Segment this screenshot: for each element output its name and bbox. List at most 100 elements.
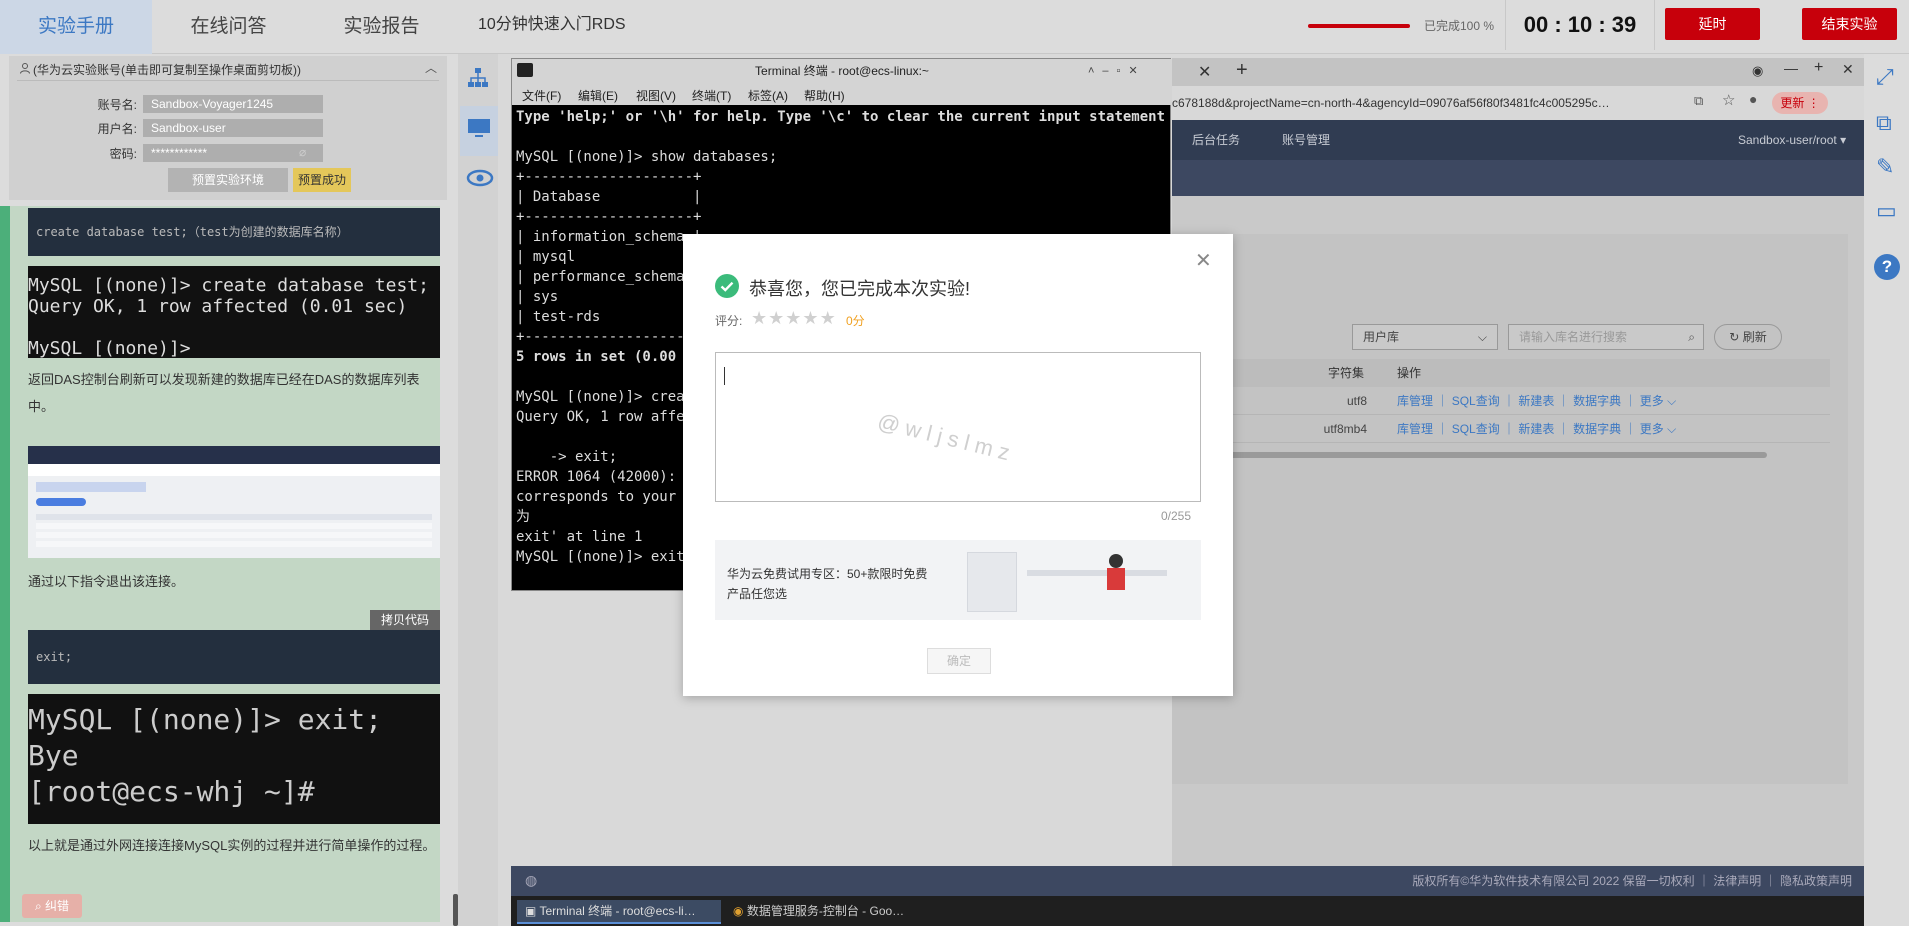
star-icon[interactable]: ★ xyxy=(768,308,785,328)
feedback-textarea[interactable]: @wljslmz xyxy=(715,352,1201,502)
terminal-line: MySQL [(none)]> exit; xyxy=(28,703,383,736)
taskbar-label: 数据管理服务-控制台 - Goo… xyxy=(746,904,905,918)
action-data-dict[interactable]: 数据字典 xyxy=(1573,394,1621,408)
privacy-link[interactable]: 隐私政策声明 xyxy=(1780,874,1852,888)
account-field[interactable]: Sandbox-Voyager1245 xyxy=(143,95,323,113)
terminal-screenshot: MySQL [(none)]> exit; Bye [root@ecs-whj … xyxy=(28,694,440,824)
update-label: 更新 xyxy=(1780,96,1805,110)
profile-icon[interactable]: ● xyxy=(1749,91,1757,107)
window-controls[interactable]: ˄–▫✕ xyxy=(1088,59,1146,83)
das-footer: 版权所有©华为软件技术有限公司 2022 保留一切权利 ｜ 法律声明 ｜ 隐私政… xyxy=(1172,866,1864,896)
menu-terminal[interactable]: 终端(T) xyxy=(692,87,731,104)
edit-note-icon[interactable]: ✎ xyxy=(1876,154,1894,180)
menu-file[interactable]: 文件(F) xyxy=(522,87,561,104)
action-more[interactable]: 更多 xyxy=(1640,422,1664,436)
paragraph: 返回DAS控制台刷新可以发现新建的数据库已经在DAS的数据库列表中。 xyxy=(28,372,420,414)
update-button[interactable]: 更新 ⋮ xyxy=(1772,92,1828,114)
menu-view[interactable]: 视图(V) xyxy=(636,87,676,104)
horizontal-scrollbar[interactable] xyxy=(1172,452,1767,458)
monitor-icon[interactable] xyxy=(466,116,492,143)
col-actions: 操作 xyxy=(1397,366,1422,380)
nav-item-tasks[interactable]: 后台任务 xyxy=(1192,120,1240,160)
menu-help[interactable]: 帮助(H) xyxy=(804,87,845,104)
action-new-table[interactable]: 新建表 xyxy=(1518,422,1554,436)
action-data-dict[interactable]: 数据字典 xyxy=(1573,422,1621,436)
menu-tabs[interactable]: 标签(A) xyxy=(748,87,788,104)
search-placeholder: 请输入库名进行搜索 xyxy=(1519,330,1628,344)
fullscreen-icon[interactable]: ⤢ xyxy=(1876,64,1894,90)
globe-icon[interactable]: ◍ xyxy=(525,872,537,889)
account-header[interactable]: (华为云实验账号(单击即可复制至操作桌面剪切板)) xyxy=(33,61,301,78)
password-field[interactable]: ************ xyxy=(143,144,323,162)
search-icon: ⌕ xyxy=(34,899,42,913)
row-actions: 库管理 ｜ SQL查询 ｜ 新建表 ｜ 数据字典 ｜ 更多 ⌵ xyxy=(1397,394,1677,408)
close-window-icon[interactable]: ✕ xyxy=(1842,61,1854,78)
topology-icon[interactable] xyxy=(466,66,490,93)
manual-content: create database test;（test为创建的数据库名称） MyS… xyxy=(0,206,440,922)
refresh-label: 刷新 xyxy=(1742,330,1767,344)
db-type-select[interactable]: 用户库 ⌵ xyxy=(1352,324,1498,350)
tab-search-icon[interactable]: ◉ xyxy=(1752,63,1763,79)
code-block[interactable]: exit; xyxy=(28,630,440,684)
action-more[interactable]: 更多 xyxy=(1640,394,1664,408)
nav-item-account[interactable]: 账号管理 xyxy=(1282,120,1330,160)
eye-off-icon[interactable]: ⌀ xyxy=(299,145,306,159)
add-window-icon[interactable]: ⧉ xyxy=(1876,110,1892,136)
action-db-manage[interactable]: 库管理 xyxy=(1397,422,1433,436)
extend-button[interactable]: 延时 xyxy=(1665,8,1760,40)
footer-links: 版权所有©华为软件技术有限公司 2022 保留一切权利 ｜ 法律声明 ｜ 隐私政… xyxy=(1412,874,1852,888)
code-block[interactable]: create database test;（test为创建的数据库名称） xyxy=(28,208,440,256)
browser-tabbar: ✕ + ◉ — + ✕ xyxy=(1172,58,1864,86)
translate-icon[interactable]: ⧉ xyxy=(1694,93,1703,109)
action-sql-query[interactable]: SQL查询 xyxy=(1452,422,1500,436)
help-icon[interactable]: ? xyxy=(1874,254,1900,280)
terminal-line: Type 'help;' or '\h' for help. Type '\c'… xyxy=(516,109,1166,125)
das-card xyxy=(1172,234,1848,784)
tab-qa[interactable]: 在线问答 xyxy=(152,0,305,54)
char-counter: 0/255 xyxy=(1161,509,1192,523)
eye-icon[interactable] xyxy=(466,166,494,193)
feedback-float-button[interactable]: ⌕ 纠错 xyxy=(22,894,82,918)
star-icon[interactable]: ★ xyxy=(751,308,768,328)
col-charset: 字符集 xyxy=(1328,366,1365,380)
reset-success-badge: 预置成功 xyxy=(293,168,351,192)
maximize-icon[interactable]: + xyxy=(1814,59,1823,77)
rating-label: 评分: xyxy=(715,314,743,328)
db-search-input[interactable]: 请输入库名进行搜索 ⌕ xyxy=(1508,324,1704,350)
bookmark-star-icon[interactable]: ☆ xyxy=(1722,91,1735,109)
screen-icon[interactable]: ▭ xyxy=(1876,198,1897,224)
star-icon[interactable]: ★ xyxy=(820,308,837,328)
db-type-value: 用户库 xyxy=(1363,330,1400,344)
copy-code-button[interactable]: 拷贝代码 xyxy=(370,610,440,630)
reset-environment-button[interactable]: 预置实验环境 xyxy=(168,168,288,192)
chrome-icon: ◉ xyxy=(733,904,744,918)
username-label: 用户名: xyxy=(97,122,137,136)
rating-stars[interactable]: ★★★★★ xyxy=(751,308,837,329)
end-experiment-button[interactable]: 结束实验 xyxy=(1802,8,1897,40)
minimize-icon[interactable]: — xyxy=(1784,60,1798,76)
refresh-button[interactable]: ↻ 刷新 xyxy=(1714,324,1782,350)
promo-banner[interactable]: 华为云免费试用专区：50+款限时免费产品任您选 xyxy=(715,540,1201,620)
new-tab-icon[interactable]: + xyxy=(1236,59,1248,82)
tab-report[interactable]: 实验报告 xyxy=(305,0,458,54)
course-title: 10分钟快速入门RDS xyxy=(478,16,626,33)
username-field[interactable]: Sandbox-user xyxy=(143,119,323,137)
taskbar-item-chrome[interactable]: ◉ 数据管理服务-控制台 - Goo… xyxy=(725,900,929,924)
star-icon[interactable]: ★ xyxy=(802,308,819,328)
action-db-manage[interactable]: 库管理 xyxy=(1397,394,1433,408)
star-icon[interactable]: ★ xyxy=(785,308,802,328)
tab-manual[interactable]: 实验手册 xyxy=(0,0,152,54)
menu-edit[interactable]: 编辑(E) xyxy=(578,87,618,104)
close-icon[interactable]: ✕ xyxy=(1195,248,1212,273)
action-sql-query[interactable]: SQL查询 xyxy=(1452,394,1500,408)
search-icon[interactable]: ⌕ xyxy=(1688,325,1695,349)
confirm-button[interactable]: 确定 xyxy=(927,648,991,674)
taskbar-item-terminal[interactable]: ▣ Terminal 终端 - root@ecs-li… xyxy=(517,900,721,924)
address-bar[interactable]: c678188d&projectName=cn-north-4&agencyId… xyxy=(1172,90,1692,116)
action-new-table[interactable]: 新建表 xyxy=(1518,394,1554,408)
chevron-up-icon[interactable]: ︿ xyxy=(425,59,437,76)
legal-link[interactable]: 法律声明 xyxy=(1713,874,1761,888)
user-menu[interactable]: Sandbox-user/root ▾ xyxy=(1738,120,1846,160)
close-tab-icon[interactable]: ✕ xyxy=(1198,62,1211,82)
copyright: 版权所有©华为软件技术有限公司 2022 保留一切权利 xyxy=(1412,874,1695,888)
